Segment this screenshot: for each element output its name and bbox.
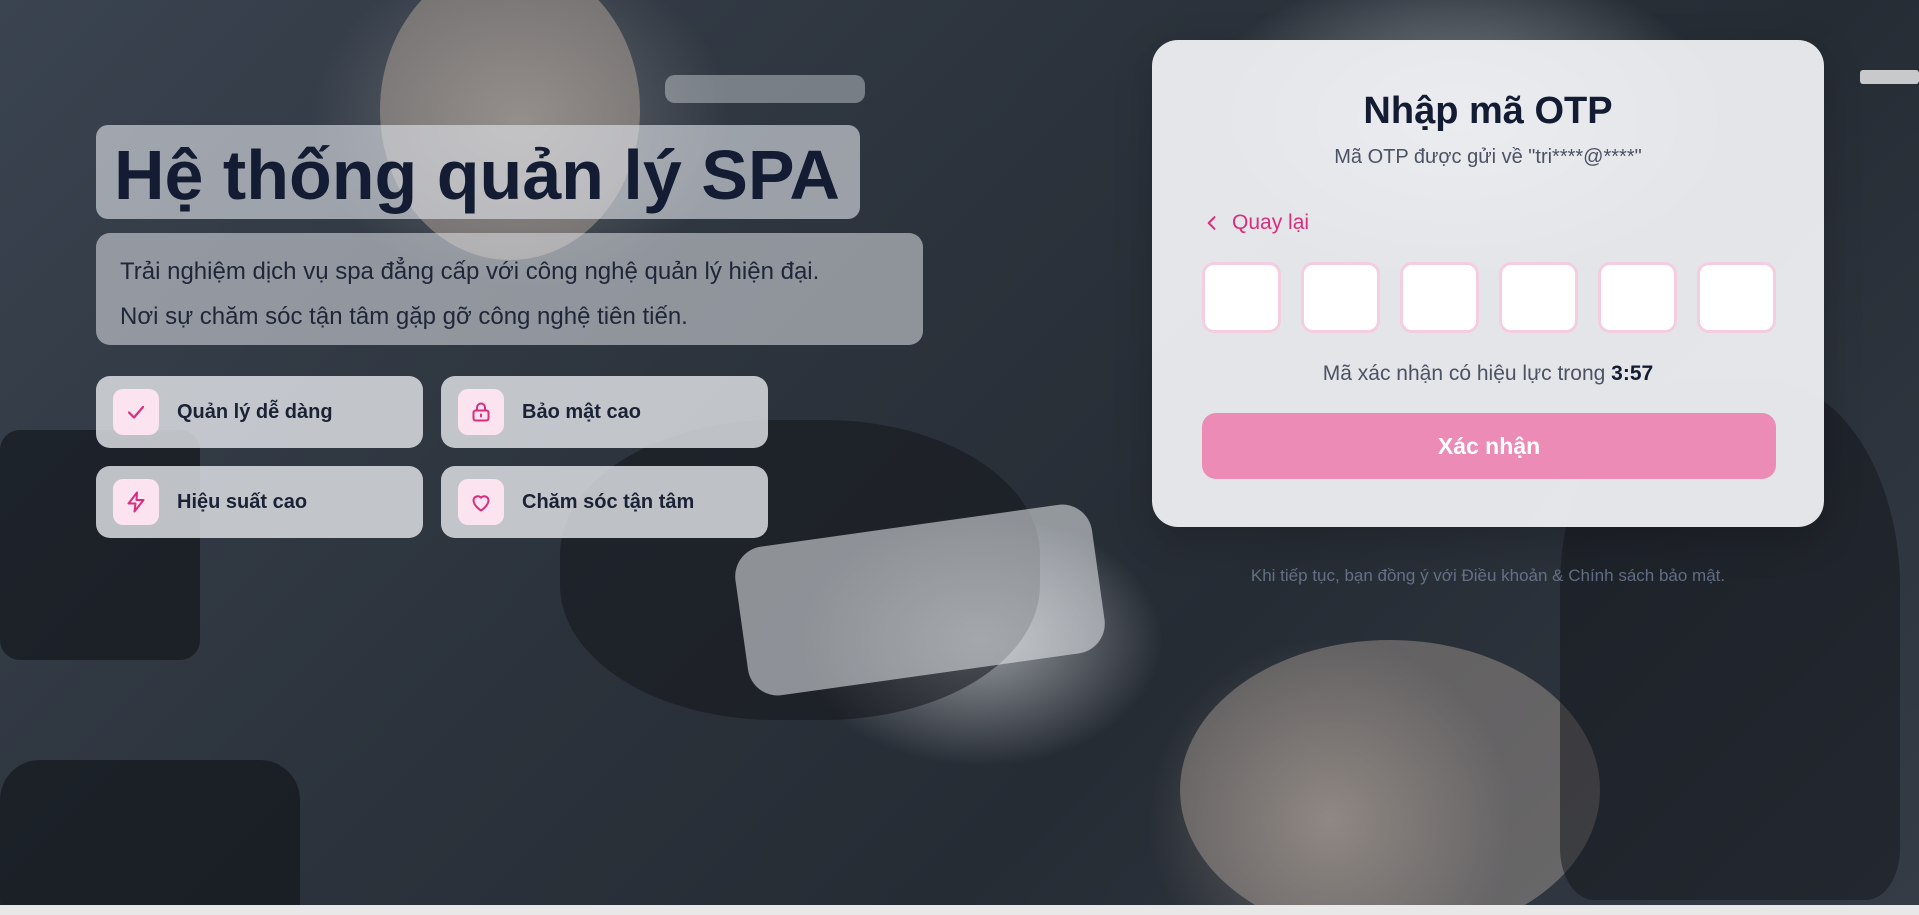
timer-value: 3:57 — [1611, 362, 1654, 385]
feature-high-security: Bảo mật cao — [441, 376, 768, 448]
otp-subtitle: Mã OTP được gửi về "tri****@****" — [1334, 146, 1642, 168]
otp-card: Nhập mã OTP Mã OTP được gửi về "tri****@… — [1152, 40, 1824, 527]
check-icon — [113, 389, 159, 435]
hero-title: Hệ thống quản lý SPA — [114, 136, 840, 214]
feature-label: Hiệu suất cao — [177, 490, 308, 513]
otp-digit-2[interactable] — [1301, 262, 1380, 333]
back-label: Quay lại — [1232, 211, 1310, 234]
lightning-icon — [113, 479, 159, 525]
otp-digit-6[interactable] — [1697, 262, 1776, 333]
otp-title: Nhập mã OTP — [1363, 90, 1613, 132]
feature-dedicated-care: Chăm sóc tận tâm — [441, 466, 768, 538]
otp-digit-3[interactable] — [1400, 262, 1479, 333]
feature-high-performance: Hiệu suất cao — [96, 466, 423, 538]
confirm-button[interactable]: Xác nhận — [1202, 413, 1776, 479]
otp-digit-4[interactable] — [1499, 262, 1578, 333]
otp-digit-5[interactable] — [1598, 262, 1677, 333]
lock-icon — [458, 389, 504, 435]
feature-label: Bảo mật cao — [522, 400, 641, 423]
hero-title-panel: Hệ thống quản lý SPA — [96, 125, 860, 219]
otp-timer: Mã xác nhận có hiệu lực trong 3:57 — [1152, 362, 1824, 386]
back-link[interactable]: Quay lại — [1202, 211, 1309, 235]
chevron-left-icon — [1207, 216, 1216, 230]
feature-label: Quản lý dễ dàng — [177, 400, 333, 423]
otp-digit-1[interactable] — [1202, 262, 1281, 333]
hero-subtitle-panel: Trải nghiệm dịch vụ spa đẳng cấp với côn… — [96, 233, 923, 345]
heart-icon — [458, 479, 504, 525]
taskbar — [0, 905, 1919, 915]
hero-subtitle-line-2: Nơi sự chăm sóc tận tâm gặp gỡ công nghệ… — [120, 303, 688, 330]
feature-label: Chăm sóc tận tâm — [522, 490, 695, 513]
timer-prefix: Mã xác nhận có hiệu lực trong — [1322, 362, 1606, 385]
hero-subtitle-line-1: Trải nghiệm dịch vụ spa đẳng cấp với côn… — [120, 258, 820, 285]
otp-input-group — [1202, 262, 1776, 333]
feature-easy-management: Quản lý dễ dàng — [96, 376, 423, 448]
terms-notice: Khi tiếp tục, bạn đồng ý với Điều khoản … — [1250, 566, 1726, 585]
